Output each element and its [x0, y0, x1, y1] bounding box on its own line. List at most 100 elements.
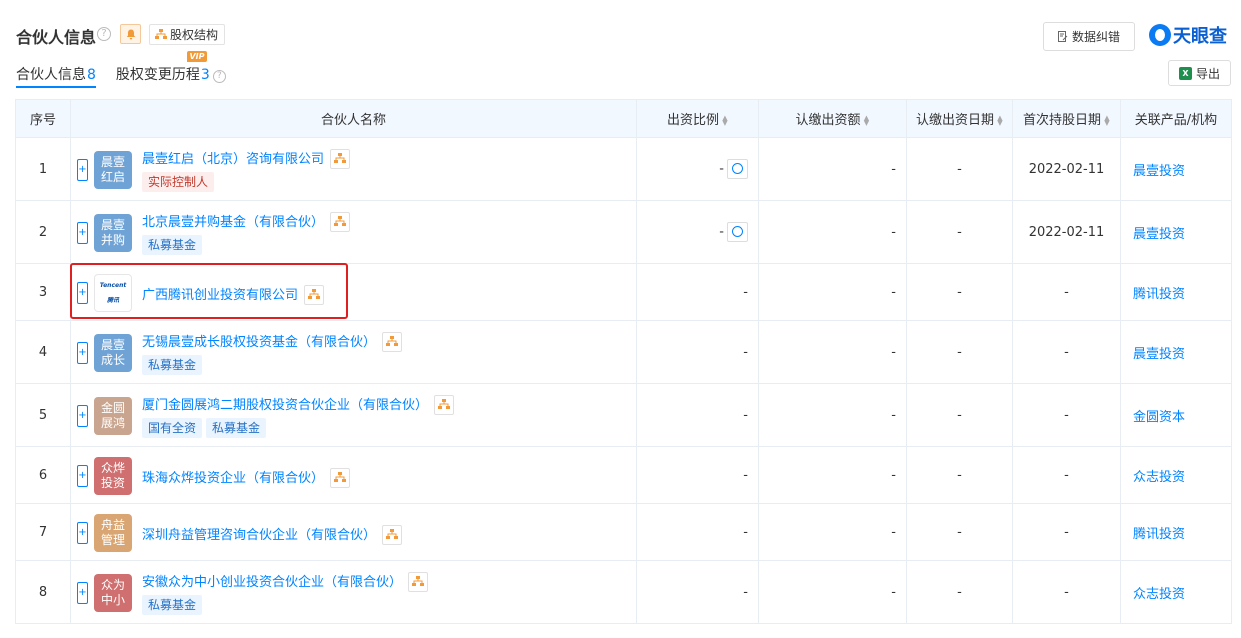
- expand-icon[interactable]: +: [77, 158, 88, 181]
- table-row: 4 + 晨壹 成长 无锡晨壹成长股权投资基金（有限合伙） 私募基金 - - - - 晨壹投资: [15, 320, 1232, 384]
- sort-icon[interactable]: ▲ ▼: [997, 114, 1003, 126]
- company-name-link[interactable]: 厦门金圆展鸿二期股权投资合伙企业（有限合伙）: [142, 394, 455, 415]
- subscribe-date-cell: -: [906, 320, 1013, 384]
- amount-cell: -: [758, 200, 907, 264]
- company-name-link[interactable]: 无锡晨壹成长股权投资基金（有限合伙）: [142, 331, 403, 352]
- help-icon[interactable]: ?: [212, 70, 226, 83]
- column-header-sortable[interactable]: 首次持股日期 ▲ ▼: [1012, 99, 1121, 138]
- equity-structure-icon[interactable]: [408, 572, 429, 592]
- vip-badge: VIP: [187, 51, 207, 62]
- company-tag: 私募基金: [206, 417, 267, 438]
- table-row: 1 + 晨壹 红启 晨壹红启（北京）咨询有限公司 实际控制人 - - -2022-02-11 晨壹…: [15, 137, 1232, 201]
- partners-table: 序号 合伙人名称 出资比例 ▲ ▼ 认缴出资额 ▲ ▼ 认缴出资日期 ▲ ▼ 首次持股日期 ▲…: [15, 99, 1232, 624]
- subscribe-date-cell: -: [906, 383, 1013, 447]
- amount-cell: -: [758, 383, 907, 447]
- expand-icon[interactable]: +: [77, 581, 88, 604]
- company-name-link[interactable]: 深圳舟益管理咨询合伙企业（有限合伙）: [142, 524, 403, 545]
- column-header-sortable[interactable]: 出资比例 ▲ ▼: [636, 99, 759, 138]
- export-button[interactable]: X 导出: [1168, 60, 1231, 86]
- bell-icon[interactable]: [120, 24, 141, 44]
- partner-name-cell: + 晨壹 成长 无锡晨壹成长股权投资基金（有限合伙） 私募基金: [70, 320, 637, 384]
- related-product-link[interactable]: 众志投资: [1120, 446, 1232, 504]
- column-header-sortable[interactable]: 认缴出资额 ▲ ▼: [758, 99, 907, 138]
- row-number: 5: [15, 383, 71, 447]
- table-row: 3 + Tencent腾讯 广西腾讯创业投资有限公司 - - - - 腾讯投资: [15, 263, 1232, 321]
- row-number: 2: [15, 200, 71, 264]
- ratio-cell: -: [636, 263, 759, 321]
- export-button-label: 导出: [1195, 66, 1220, 81]
- ratio-cell: -: [636, 446, 759, 504]
- ratio-cell: -: [636, 320, 759, 384]
- amount-cell: -: [758, 320, 907, 384]
- first-hold-date-cell: -: [1012, 320, 1121, 384]
- partner-name-cell: + Tencent腾讯 广西腾讯创业投资有限公司: [70, 263, 637, 321]
- company-name-link[interactable]: 广西腾讯创业投资有限公司: [142, 284, 325, 305]
- expand-icon[interactable]: +: [77, 521, 88, 544]
- help-icon[interactable]: ?: [97, 27, 111, 41]
- equity-structure-icon[interactable]: [330, 468, 351, 488]
- pie-chart-icon[interactable]: [727, 222, 748, 242]
- expand-icon[interactable]: +: [77, 341, 88, 364]
- sort-icon[interactable]: ▲ ▼: [1104, 114, 1110, 126]
- page-title: 合伙人信息: [16, 28, 97, 47]
- first-hold-date-cell: 2022-02-11: [1012, 200, 1121, 264]
- company-name-link[interactable]: 晨壹红启（北京）咨询有限公司: [142, 148, 351, 169]
- subscribe-date-cell: -: [906, 263, 1013, 321]
- table-row: 5 + 金圆 展鸿 厦门金圆展鸿二期股权投资合伙企业（有限合伙） 国有全资 私募基金 - - - -…: [15, 383, 1232, 447]
- company-name-link[interactable]: 北京晨壹并购基金（有限合伙）: [142, 211, 351, 232]
- company-tag: 国有全资: [142, 417, 203, 438]
- expand-icon[interactable]: +: [77, 464, 88, 487]
- tab-count: 8: [87, 67, 96, 83]
- equity-button-label: 股权结构: [170, 28, 219, 42]
- related-product-link[interactable]: 晨壹投资: [1120, 137, 1232, 201]
- subscribe-date-cell: -: [906, 137, 1013, 201]
- partner-name-cell: + 晨壹 红启 晨壹红启（北京）咨询有限公司 实际控制人: [70, 137, 637, 201]
- subscribe-date-cell: -: [906, 446, 1013, 504]
- table-row: 7 + 舟益 管理 深圳舟益管理咨询合伙企业（有限合伙） - - - - 腾讯投资: [15, 503, 1232, 561]
- expand-icon[interactable]: +: [77, 404, 88, 427]
- row-number: 8: [15, 560, 71, 624]
- company-avatar: 众烨 投资: [94, 456, 132, 495]
- tag-group: 私募基金: [142, 354, 206, 375]
- first-hold-date-cell: -: [1012, 446, 1121, 504]
- amount-cell: -: [758, 560, 907, 624]
- equity-structure-icon[interactable]: [330, 212, 351, 232]
- related-product-link[interactable]: 众志投资: [1120, 560, 1232, 624]
- related-product-link[interactable]: 金圆资本: [1120, 383, 1232, 447]
- related-product-link[interactable]: 腾讯投资: [1120, 263, 1232, 321]
- partner-name-cell: + 晨壹 并购 北京晨壹并购基金（有限合伙） 私募基金: [70, 200, 637, 264]
- table-row: 2 + 晨壹 并购 北京晨壹并购基金（有限合伙） 私募基金 - - -2022-02-11 晨壹投…: [15, 200, 1232, 264]
- company-avatar: 金圆 展鸿: [94, 396, 132, 435]
- edit-doc-icon: [1057, 31, 1068, 42]
- amount-cell: -: [758, 446, 907, 504]
- company-tag: 实际控制人: [142, 171, 215, 192]
- related-product-link[interactable]: 晨壹投资: [1120, 200, 1232, 264]
- company-name-link[interactable]: 安徽众为中小创业投资合伙企业（有限合伙）: [142, 571, 429, 592]
- partner-name-cell: + 金圆 展鸿 厦门金圆展鸿二期股权投资合伙企业（有限合伙） 国有全资 私募基金: [70, 383, 637, 447]
- expand-icon[interactable]: +: [77, 281, 88, 304]
- tab-partners[interactable]: 合伙人信息8: [16, 64, 96, 88]
- ratio-cell: -: [636, 503, 759, 561]
- row-number: 7: [15, 503, 71, 561]
- pie-chart-icon[interactable]: [727, 159, 748, 179]
- equity-structure-icon[interactable]: [330, 149, 351, 169]
- tab-equity-history[interactable]: 股权变更历程3?: [116, 64, 226, 88]
- partner-name-cell: + 众为 中小 安徽众为中小创业投资合伙企业（有限合伙） 私募基金: [70, 560, 637, 624]
- tag-group: 实际控制人: [142, 171, 218, 192]
- equity-structure-icon[interactable]: [382, 332, 403, 352]
- company-avatar: 舟益 管理: [94, 513, 132, 552]
- sort-icon[interactable]: ▲ ▼: [864, 114, 870, 126]
- sort-icon[interactable]: ▲ ▼: [722, 114, 728, 126]
- column-header-sortable[interactable]: 认缴出资日期 ▲ ▼: [906, 99, 1013, 138]
- company-name-link[interactable]: 珠海众烨投资企业（有限合伙）: [142, 467, 351, 488]
- expand-icon[interactable]: +: [77, 221, 88, 244]
- company-tag: 私募基金: [142, 354, 203, 375]
- related-product-link[interactable]: 腾讯投资: [1120, 503, 1232, 561]
- equity-structure-icon[interactable]: [382, 525, 403, 545]
- related-product-link[interactable]: 晨壹投资: [1120, 320, 1232, 384]
- equity-structure-icon[interactable]: [304, 285, 325, 305]
- column-header: 关联产品/机构: [1120, 99, 1232, 138]
- equity-structure-button[interactable]: 股权结构: [149, 24, 226, 45]
- equity-structure-icon[interactable]: [434, 395, 455, 415]
- data-correction-button[interactable]: 数据纠错: [1043, 22, 1135, 51]
